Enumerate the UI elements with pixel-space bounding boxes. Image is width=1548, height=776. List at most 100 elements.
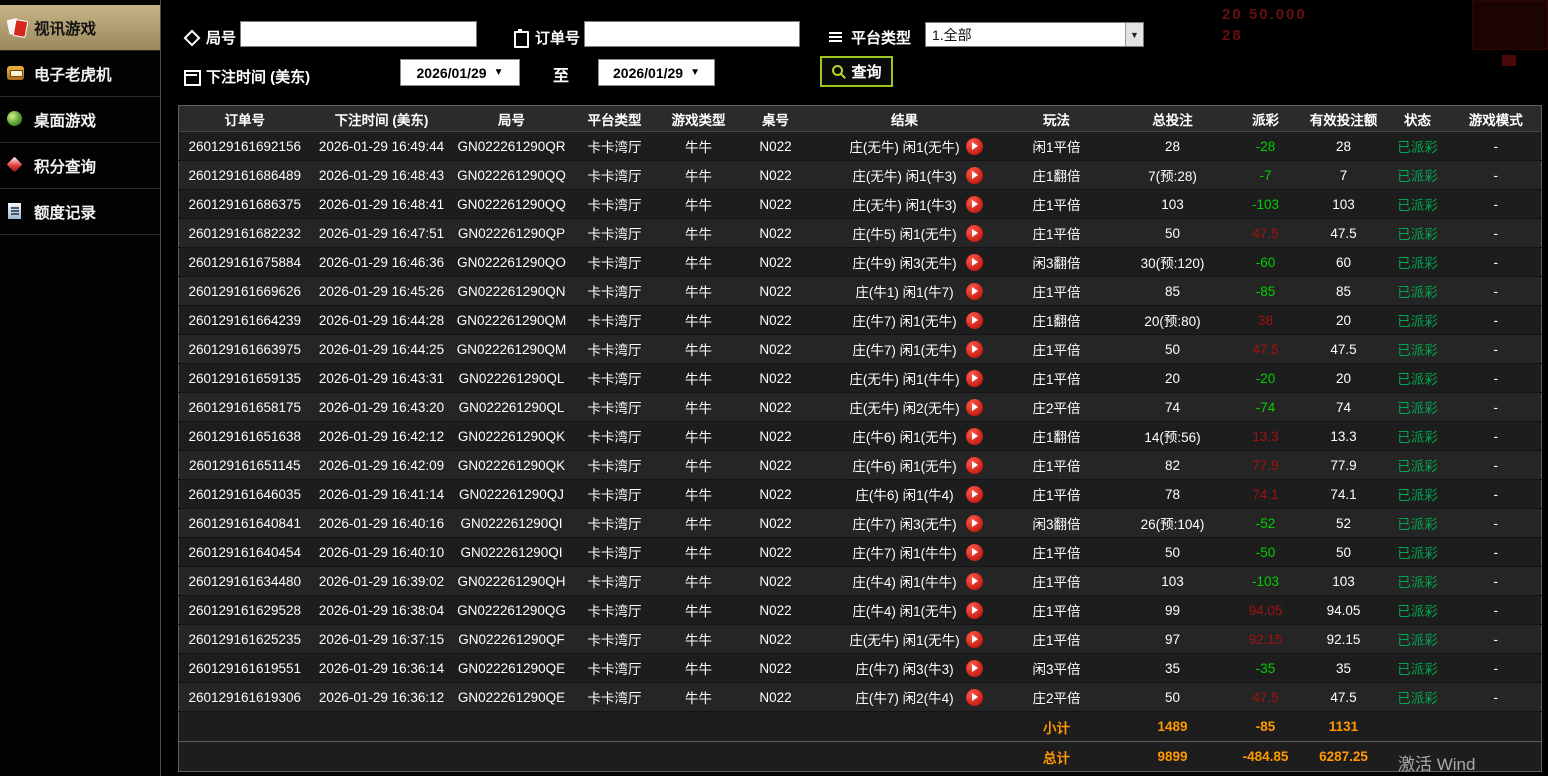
play-icon[interactable]: [965, 602, 983, 619]
cell: 卡卡湾厅: [570, 421, 659, 451]
cell: 庄1平倍: [996, 276, 1117, 306]
play-icon[interactable]: [965, 167, 983, 184]
total-total-bet: 9899: [1116, 741, 1229, 772]
play-icon[interactable]: [965, 196, 983, 213]
result-text: 庄(牛1) 闲1(牛7): [855, 285, 954, 300]
cell: 2026-01-29 16:48:43: [310, 160, 453, 190]
cell: -103: [1228, 566, 1303, 596]
chevron-down-icon: ▼: [690, 67, 700, 78]
play-icon[interactable]: [965, 573, 983, 590]
cell: 牛牛: [658, 508, 739, 538]
cell: -74: [1228, 392, 1303, 422]
background-remnant-block: [1472, 0, 1548, 50]
cell: GN022261290QJ: [452, 479, 571, 509]
sidebar-item[interactable]: 桌面游戏: [0, 97, 160, 143]
column-header: 局号: [452, 105, 571, 132]
cell: 卡卡湾厅: [570, 624, 659, 654]
round-number-input[interactable]: [240, 21, 477, 47]
cell: 85: [1116, 276, 1229, 306]
result-text: 庄(无牛) 闲1(牛3): [852, 198, 957, 213]
cell: 2026-01-29 16:45:26: [310, 276, 453, 306]
cell: -103: [1228, 189, 1303, 219]
result-cell: 庄(牛7) 闲1(无牛): [812, 334, 997, 364]
cell: 已派彩: [1384, 189, 1451, 219]
selected-value: 1.全部: [932, 26, 972, 43]
cell: N022: [738, 653, 813, 683]
play-icon[interactable]: [965, 428, 983, 445]
column-header: 状态: [1384, 105, 1451, 132]
cell: 牛牛: [658, 450, 739, 480]
play-icon[interactable]: [965, 486, 983, 503]
cell: 2026-01-29 16:38:04: [310, 595, 453, 625]
play-icon[interactable]: [965, 399, 983, 416]
play-icon[interactable]: [965, 631, 983, 648]
cell: 103: [1302, 189, 1385, 219]
cell: GN022261290QH: [452, 566, 571, 596]
cell: 50: [1116, 334, 1229, 364]
cell: 闲3翻倍: [996, 247, 1117, 277]
result-cell: 庄(牛5) 闲1(无牛): [812, 218, 997, 248]
cell: 30(预:120): [1116, 247, 1229, 277]
play-icon[interactable]: [965, 660, 983, 677]
play-icon[interactable]: [965, 544, 983, 561]
order-number-input[interactable]: [584, 21, 800, 47]
play-icon[interactable]: [965, 312, 983, 329]
cell: 牛牛: [658, 334, 739, 364]
result-cell: 庄(牛1) 闲1(牛7): [812, 276, 997, 306]
cell: 牛牛: [658, 479, 739, 509]
cell: 13.3: [1302, 421, 1385, 451]
result-cell: 庄(无牛) 闲1(无牛): [812, 624, 997, 654]
cell: 2026-01-29 16:42:12: [310, 421, 453, 451]
label-text: 下注时间 (美东): [206, 68, 311, 86]
cell: 2026-01-29 16:37:15: [310, 624, 453, 654]
result-text: 庄(牛7) 闲1(无牛): [852, 314, 957, 329]
column-header: 有效投注额: [1302, 105, 1385, 132]
cell: -: [1450, 363, 1542, 393]
play-icon[interactable]: [965, 254, 983, 271]
cell: 47.5: [1302, 334, 1385, 364]
play-icon[interactable]: [965, 138, 983, 155]
cell: -: [1450, 479, 1542, 509]
cell: -: [1450, 653, 1542, 683]
cell: -28: [1228, 131, 1303, 161]
total-valid-bet: 6287.25: [1302, 741, 1385, 772]
result-text: 庄(牛7) 闲3(无牛): [852, 517, 957, 532]
play-icon[interactable]: [965, 515, 983, 532]
cell: 260129161646035: [178, 479, 311, 509]
subtotal-payout: -85: [1228, 711, 1303, 742]
date-to-select[interactable]: 2026/01/29 ▼: [598, 59, 715, 86]
cell: -35: [1228, 653, 1303, 683]
cell: 13.3: [1228, 421, 1303, 451]
cell: 庄1平倍: [996, 218, 1117, 248]
play-icon[interactable]: [965, 689, 983, 706]
cell: GN022261290QL: [452, 392, 571, 422]
cell: GN022261290QQ: [452, 189, 571, 219]
play-icon[interactable]: [965, 457, 983, 474]
play-icon[interactable]: [965, 283, 983, 300]
sidebar-item[interactable]: 积分查询: [0, 143, 160, 189]
cell: [1450, 711, 1542, 742]
cell: GN022261290QP: [452, 218, 571, 248]
cell: 260129161664239: [178, 305, 311, 335]
cell: -: [1450, 160, 1542, 190]
sidebar-item[interactable]: 电子老虎机: [0, 51, 160, 97]
cell: 卡卡湾厅: [570, 450, 659, 480]
search-button[interactable]: 查询: [820, 56, 893, 87]
play-icon[interactable]: [965, 341, 983, 358]
cell: 20: [1302, 305, 1385, 335]
cell: 牛牛: [658, 682, 739, 712]
date-from-select[interactable]: 2026/01/29 ▼: [400, 59, 520, 86]
cell: [178, 741, 997, 772]
play-icon[interactable]: [965, 225, 983, 242]
cell: 庄1平倍: [996, 189, 1117, 219]
sidebar-item[interactable]: 额度记录: [0, 189, 160, 235]
sidebar-item[interactable]: 视讯游戏: [0, 5, 160, 51]
cell: 2026-01-29 16:36:12: [310, 682, 453, 712]
column-header: 游戏模式: [1450, 105, 1542, 132]
cell: 卡卡湾厅: [570, 682, 659, 712]
cell: 牛牛: [658, 218, 739, 248]
platform-type-select[interactable]: 1.全部 ▼: [925, 22, 1144, 47]
cell: 47.5: [1228, 682, 1303, 712]
play-icon[interactable]: [965, 370, 983, 387]
cell: GN022261290QK: [452, 421, 571, 451]
